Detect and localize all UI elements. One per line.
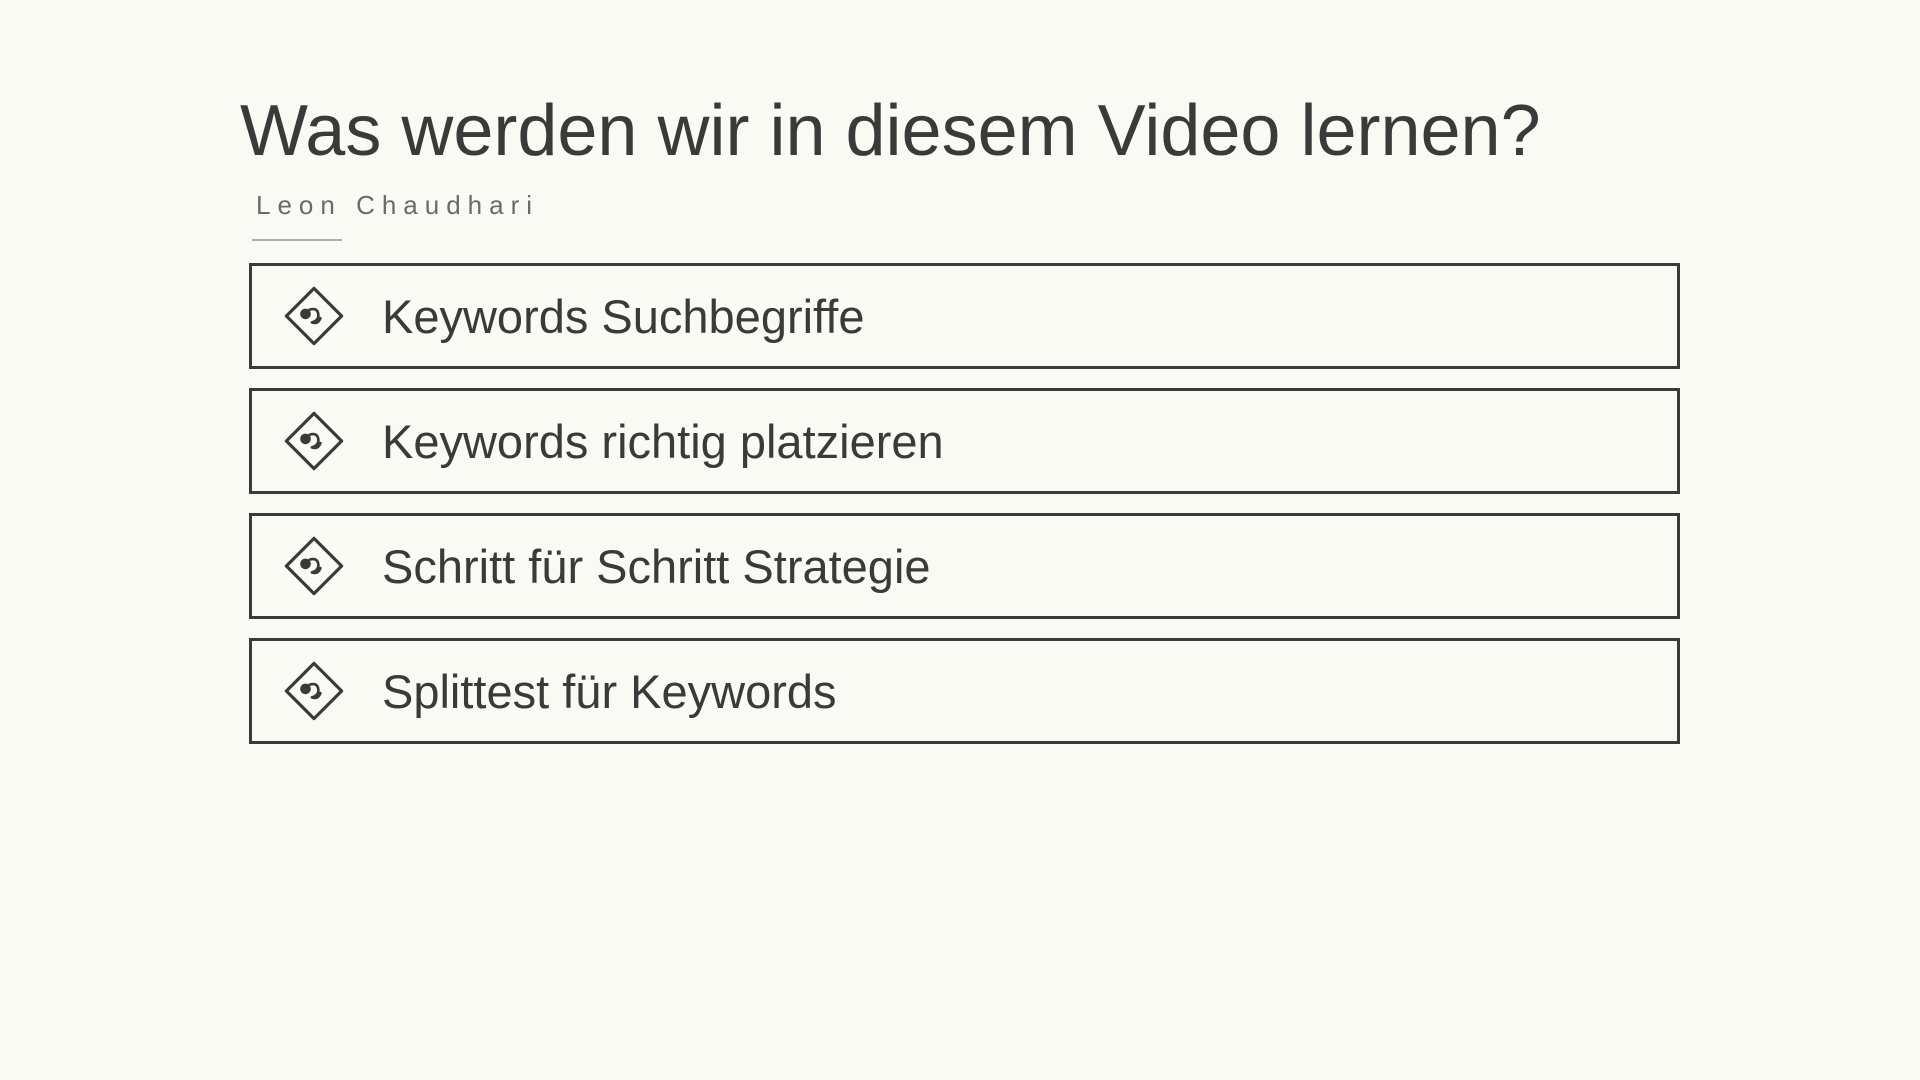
list-item: Keywords richtig platzieren <box>249 388 1680 494</box>
list-item-label: Keywords Suchbegriffe <box>382 289 864 344</box>
divider-line <box>252 239 342 241</box>
list-item-label: Keywords richtig platzieren <box>382 414 944 469</box>
topic-list: Keywords Suchbegriffe Keywords richtig p… <box>249 263 1680 744</box>
list-item-label: Schritt für Schritt Strategie <box>382 539 931 594</box>
price-tag-icon <box>278 405 350 477</box>
author-name: Leon Chaudhari <box>256 190 1680 221</box>
price-tag-icon <box>278 655 350 727</box>
price-tag-icon <box>278 280 350 352</box>
list-item-label: Splittest für Keywords <box>382 664 837 719</box>
list-item: Keywords Suchbegriffe <box>249 263 1680 369</box>
list-item: Schritt für Schritt Strategie <box>249 513 1680 619</box>
price-tag-icon <box>278 530 350 602</box>
list-item: Splittest für Keywords <box>249 638 1680 744</box>
page-title: Was werden wir in diesem Video lernen? <box>240 90 1680 172</box>
